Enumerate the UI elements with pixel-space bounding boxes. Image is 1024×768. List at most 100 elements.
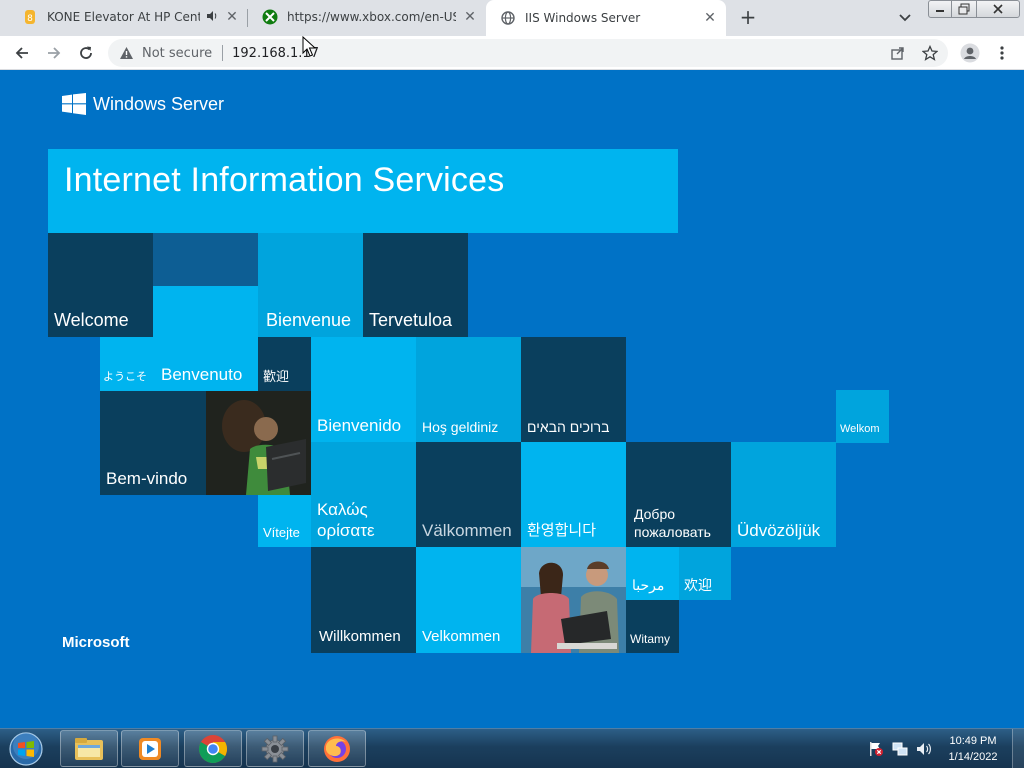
network-icon[interactable]: [892, 741, 908, 757]
clock-date: 1/14/2022: [948, 751, 998, 763]
clock-time: 10:49 PM: [949, 735, 997, 747]
taskbar-media-player[interactable]: [121, 730, 179, 767]
media-player-icon: [139, 737, 161, 760]
tile-label: Bienvenue: [266, 309, 352, 330]
windows-server-logo: Windows Server: [62, 93, 224, 115]
tile-label: Welkom: [840, 423, 880, 436]
taskbar-explorer[interactable]: [60, 730, 118, 767]
microsoft-logo: Microsoft: [62, 634, 130, 651]
tile-bienvenue: Bienvenue: [258, 233, 363, 337]
tile-label: 환영합니다: [527, 522, 597, 540]
show-desktop-button[interactable]: [1012, 729, 1024, 768]
back-button[interactable]: [10, 41, 34, 65]
tile-bem-vindo: Bem-vindo: [100, 391, 206, 495]
tile-label: مرحبا: [632, 576, 665, 593]
clock[interactable]: 10:49 PM 1/14/2022: [938, 733, 1008, 765]
tile-label: Καλώς ορίσατε: [317, 499, 375, 540]
tile-label: Добро пожаловать: [634, 506, 711, 540]
menu-kebab-icon[interactable]: [992, 43, 1012, 63]
chevron-down-icon[interactable]: [896, 10, 914, 26]
action-center-flag-icon[interactable]: [868, 741, 884, 757]
tile-korean: 환영합니다: [521, 442, 626, 547]
tab-title: KONE Elevator At HP Centre: [47, 10, 200, 24]
tile-label: Benvenuto: [161, 364, 243, 384]
tile-hos-geldiniz: Hoş geldiniz: [416, 337, 521, 442]
forward-button[interactable]: [42, 41, 66, 65]
tile-label: Üdvözöljük: [737, 520, 821, 540]
tile-label: Velkommen: [422, 628, 501, 646]
tile-udvozoljuk: Üdvözöljük: [731, 442, 836, 547]
tab-kone[interactable]: 8 KONE Elevator At HP Centre ✕: [8, 0, 248, 34]
tile-youkoso: ようこそ: [100, 337, 153, 391]
tile-label: Hoş geldiniz: [422, 418, 499, 435]
profile-avatar-icon[interactable]: [960, 43, 980, 63]
bookmark-star-icon[interactable]: [920, 43, 940, 63]
tile-label: Witamy: [630, 632, 670, 646]
tile-blank: [153, 286, 258, 337]
tab-strip: 8 KONE Elevator At HP Centre ✕ https://w…: [0, 0, 1024, 36]
tile-witamy: Witamy: [626, 600, 679, 653]
tile-hebrew: ברוכים הבאים: [521, 337, 626, 442]
tile-benvenuto: Benvenuto: [153, 337, 258, 391]
mouse-cursor-icon: [302, 36, 316, 57]
tile-willkommen: Willkommen: [311, 547, 416, 653]
gear-icon: [261, 735, 289, 762]
restore-button[interactable]: [951, 0, 977, 18]
tile-huanying: 欢迎: [679, 547, 731, 600]
tile-arabic: مرحبا: [626, 547, 679, 600]
browser-toolbar: Not secure 192.168.1.17: [0, 36, 1024, 70]
speaker-icon[interactable]: [206, 10, 218, 25]
tab-xbox[interactable]: https://www.xbox.com/en-US/we ✕: [248, 0, 486, 34]
taskbar-firefox[interactable]: [308, 730, 366, 767]
tab-iis[interactable]: IIS Windows Server ✕: [486, 0, 726, 36]
tile-label: Welcome: [54, 309, 129, 330]
tile-label: Bienvenido: [317, 415, 402, 435]
iis-banner: Internet Information Services: [48, 149, 678, 233]
tab-close-icon[interactable]: ✕: [224, 9, 240, 25]
tab-close-icon[interactable]: ✕: [702, 10, 718, 26]
tile-bienvenido: Bienvenido: [311, 337, 416, 442]
tile-label: Välkommen: [422, 520, 512, 540]
tile-velkommen: Velkommen: [416, 547, 521, 653]
address-bar[interactable]: Not secure 192.168.1.17: [108, 39, 948, 67]
tile-dobro: Добро пожаловать: [626, 442, 731, 547]
page-title: Internet Information Services: [64, 161, 505, 199]
svg-text:8: 8: [27, 14, 33, 24]
tile-label: ようこそ: [103, 371, 147, 384]
tile-kangei: 歡迎: [258, 337, 311, 391]
omnibox-divider: [222, 45, 224, 61]
minimize-button[interactable]: [928, 0, 952, 18]
chrome-icon: [199, 734, 227, 763]
windows-logo-icon: [62, 93, 86, 115]
start-button[interactable]: [6, 731, 46, 767]
tile-label: 歡迎: [263, 368, 290, 384]
tile-label: 欢迎: [684, 576, 712, 593]
tile-blank: [153, 233, 258, 286]
xbox-icon: [262, 9, 278, 25]
tile-tervetuloa: Tervetuloa: [363, 233, 468, 337]
tile-label: Willkommen: [319, 628, 401, 646]
tile-label: Tervetuloa: [369, 309, 453, 330]
warning-icon[interactable]: [118, 45, 134, 61]
photo-two-people-laptop: [521, 547, 626, 653]
new-tab-button[interactable]: +: [737, 7, 759, 29]
globe-icon: [500, 10, 516, 26]
taskbar-chrome[interactable]: [184, 730, 242, 767]
iis-page: Windows Server Internet Information Serv…: [0, 71, 1024, 728]
tile-label: Vítejte: [263, 524, 300, 540]
brand-text: Windows Server: [93, 93, 225, 114]
volume-icon[interactable]: [916, 741, 932, 757]
tile-kalos: Καλώς ορίσατε: [311, 442, 416, 547]
photo-woman-laptop: [206, 391, 311, 495]
tile-vitejte: Vítejte: [258, 495, 311, 547]
firefox-icon: [324, 735, 350, 762]
reload-button[interactable]: [74, 41, 98, 65]
share-icon[interactable]: [888, 43, 908, 63]
tile-label: ברוכים הבאים: [527, 418, 610, 435]
tab-title: IIS Windows Server: [525, 11, 641, 25]
tab-close-icon[interactable]: ✕: [462, 9, 478, 25]
folder-icon: [75, 737, 103, 760]
security-label[interactable]: Not secure: [142, 46, 212, 61]
taskbar-settings[interactable]: [246, 730, 304, 767]
window-close-button[interactable]: [976, 0, 1020, 18]
